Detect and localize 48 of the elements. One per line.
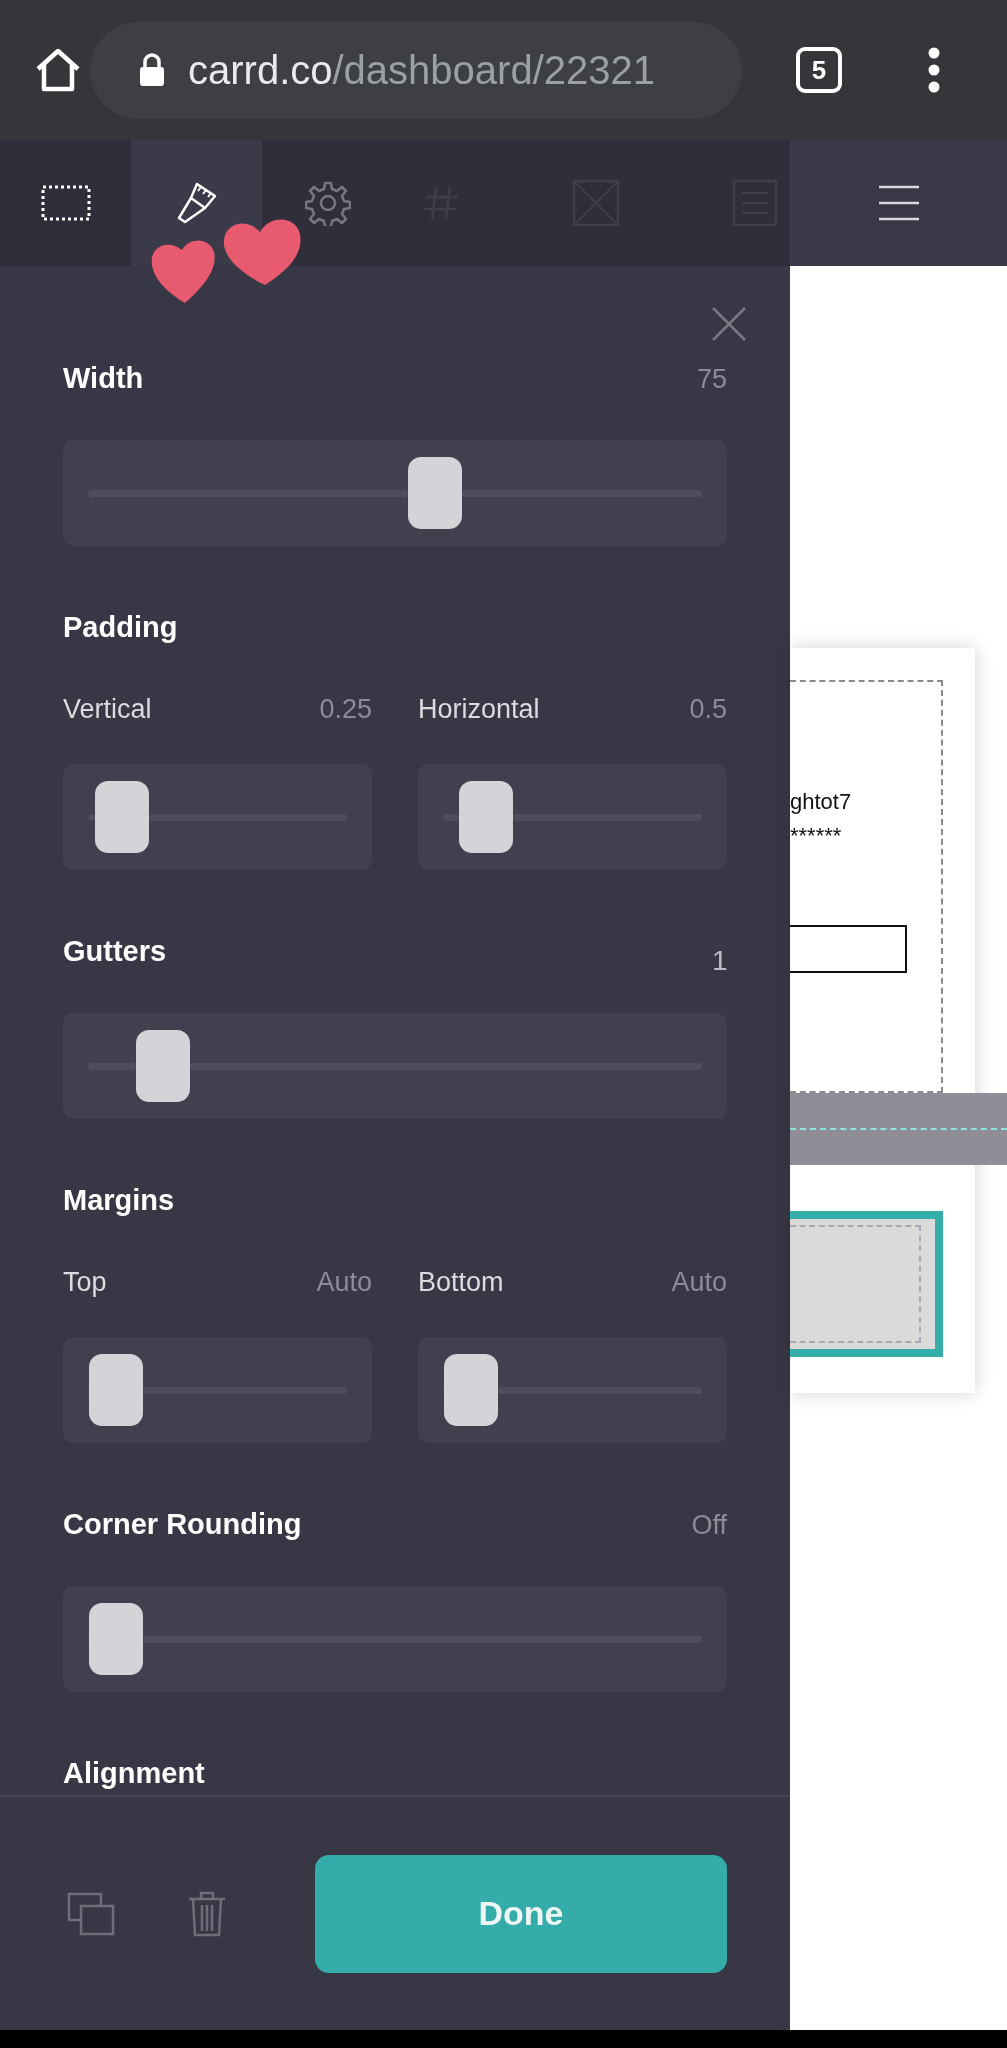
slider-value: 0.25 xyxy=(319,693,372,726)
slider-thumb[interactable] xyxy=(89,1603,144,1675)
track-segment xyxy=(88,814,95,821)
slider-value: Auto xyxy=(671,1266,727,1299)
slider[interactable] xyxy=(63,1337,372,1443)
field-value: 1 xyxy=(712,945,728,977)
section-heading: Corner Rounding xyxy=(63,1507,302,1542)
input-field[interactable] xyxy=(790,925,907,973)
slider-label: Vertical xyxy=(63,693,152,726)
slider-value: Off xyxy=(691,1510,727,1541)
slider-thumb[interactable] xyxy=(88,1354,143,1426)
slider-thumb[interactable] xyxy=(94,781,149,853)
selection-icon xyxy=(40,185,91,221)
track-segment xyxy=(88,1063,136,1070)
section-heading: Width xyxy=(63,361,144,396)
slider-label: Top xyxy=(63,1266,107,1299)
slider[interactable] xyxy=(63,764,372,870)
section-heading: Margins xyxy=(63,1183,175,1218)
username-text: ghtot7 xyxy=(790,788,853,816)
section-heading: Alignment xyxy=(63,1756,205,1791)
copy-icon xyxy=(67,1891,115,1936)
gear-icon xyxy=(304,180,351,226)
slider-value: Auto xyxy=(316,1266,372,1299)
slider[interactable] xyxy=(418,764,727,870)
address-bar[interactable]: carrd.co/dashboard/22321 xyxy=(90,21,742,119)
slider-thumb[interactable] xyxy=(135,1030,190,1102)
lock-icon xyxy=(138,53,166,87)
track-segment xyxy=(443,814,459,821)
slider-thumb[interactable] xyxy=(443,1354,498,1426)
close-icon[interactable] xyxy=(711,306,747,342)
slider-label: Bottom xyxy=(418,1266,504,1299)
slider[interactable] xyxy=(418,1337,727,1443)
slider-value: 75 xyxy=(696,364,727,395)
more-menu-icon[interactable] xyxy=(928,47,940,93)
slider-value: 0.5 xyxy=(689,693,727,726)
slider[interactable] xyxy=(63,440,727,546)
section-heading: Gutters xyxy=(63,934,167,969)
slider-label: Horizontal xyxy=(418,693,540,726)
section-heading: Padding xyxy=(63,610,178,645)
slider-thumb[interactable] xyxy=(407,457,462,529)
password-text: ****** xyxy=(790,822,843,850)
home-icon[interactable] xyxy=(34,47,82,93)
trash-icon xyxy=(187,1890,227,1937)
slider[interactable] xyxy=(63,1586,727,1692)
tab-count-button[interactable]: 5 xyxy=(796,47,842,93)
slider-thumb[interactable] xyxy=(458,781,513,853)
menu-icon[interactable] xyxy=(878,185,919,221)
slider[interactable] xyxy=(63,1013,727,1119)
